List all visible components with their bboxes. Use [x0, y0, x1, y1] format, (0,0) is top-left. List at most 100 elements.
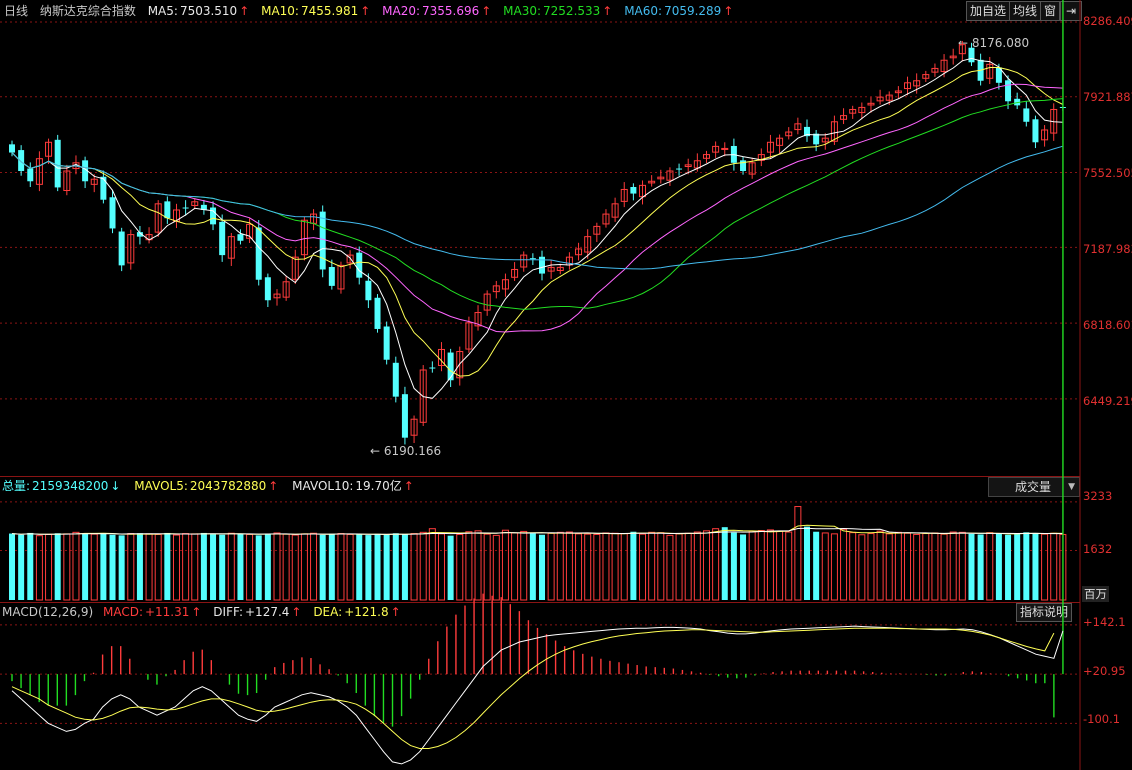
- volume-bar: [1032, 532, 1039, 600]
- candle-body: [118, 231, 125, 266]
- volume-bar: [776, 530, 784, 601]
- volume-bar: [804, 526, 810, 600]
- volume-bar: [639, 533, 647, 601]
- volume-bar: [785, 531, 793, 601]
- candle-body: [18, 150, 25, 172]
- volume-bar: [757, 530, 765, 601]
- volume-bar: [100, 532, 107, 600]
- volume-bar: [904, 532, 912, 601]
- volume-bar: [849, 532, 857, 601]
- volume-bar: [118, 535, 125, 600]
- volume-bar: [529, 533, 536, 600]
- volume-bar: [547, 532, 555, 601]
- volume-bar: [593, 533, 601, 601]
- volume-bar: [565, 531, 573, 601]
- candle-body: [1023, 108, 1030, 122]
- ma5-line: [11, 57, 1063, 399]
- volume-bar: [82, 533, 89, 600]
- volume-bar: [556, 531, 564, 601]
- volume-bar: [374, 533, 381, 600]
- volume-bar: [346, 533, 354, 601]
- volume-bar: [620, 533, 628, 601]
- volume-bar: [501, 529, 509, 601]
- volume-bar: [264, 533, 271, 600]
- volume-bar: [282, 533, 290, 601]
- volume-bar: [72, 531, 80, 601]
- volume-bar: [18, 534, 25, 600]
- volume-bar: [675, 533, 683, 601]
- volume-bar: [949, 531, 957, 601]
- volume-bar: [273, 532, 281, 601]
- volume-bar: [693, 531, 701, 601]
- candle-body: [529, 258, 536, 260]
- candle-body: [968, 47, 975, 63]
- volume-bar: [885, 533, 893, 601]
- volume-bar: [867, 533, 875, 601]
- volume-bar: [584, 533, 592, 601]
- volume-bar: [894, 531, 902, 601]
- volume-bar: [246, 533, 254, 601]
- candle-body: [447, 352, 454, 381]
- candle-body: [9, 144, 15, 153]
- volume-bar: [210, 534, 217, 600]
- volume-bar: [328, 533, 335, 600]
- volume-bar: [419, 531, 427, 601]
- volume-bar: [164, 532, 171, 600]
- volume-bar: [237, 533, 244, 600]
- volume-bar: [456, 533, 464, 601]
- candle-body: [676, 168, 683, 170]
- candle-body: [264, 277, 271, 301]
- volume-bar: [1050, 532, 1058, 601]
- volume-bar: [54, 533, 61, 600]
- volume-bar: [995, 533, 1002, 600]
- candle-body: [630, 187, 637, 194]
- volume-bar: [410, 533, 418, 601]
- volume-bar: [191, 533, 199, 601]
- ma10-line: [11, 67, 1064, 377]
- candle-body: [539, 256, 545, 274]
- volume-bar: [200, 532, 207, 600]
- volume-bar: [401, 534, 408, 600]
- volume-bar: [958, 531, 966, 601]
- volume-bar: [922, 533, 930, 601]
- candle-body: [100, 176, 107, 200]
- volume-bar: [63, 533, 71, 601]
- volume-bar: [9, 533, 15, 600]
- volume-bar: [657, 532, 665, 601]
- volume-bar: [748, 531, 756, 601]
- volume-bar: [721, 527, 728, 600]
- volume-bar: [712, 528, 720, 601]
- candle-body: [356, 252, 363, 278]
- volume-bar: [766, 529, 774, 601]
- volume-bar: [255, 535, 262, 600]
- candle-body: [383, 326, 390, 360]
- volume-bar: [630, 531, 637, 600]
- volume-bar: [291, 534, 299, 601]
- volume-bar: [383, 534, 390, 600]
- volume-bar: [740, 534, 747, 600]
- volume-bar: [227, 532, 235, 601]
- volume-bar: [830, 533, 838, 601]
- volume-bar: [300, 533, 308, 601]
- volume-bar: [1005, 534, 1012, 600]
- candle-body: [182, 207, 189, 209]
- volume-bar: [1041, 533, 1049, 601]
- chart-canvas[interactable]: [0, 0, 1132, 770]
- volume-bar: [465, 531, 473, 601]
- candle-body: [365, 280, 372, 301]
- volume-bar: [794, 506, 802, 601]
- candle-body: [319, 211, 326, 270]
- volume-bar: [876, 530, 884, 601]
- volume-bar: [511, 532, 519, 601]
- volume-bar: [127, 533, 135, 601]
- volume-bar: [730, 532, 737, 600]
- candle-body: [1005, 80, 1012, 102]
- volume-bar: [182, 533, 190, 601]
- volume-bar: [90, 533, 98, 601]
- volume-bar: [27, 532, 34, 600]
- candle-body: [109, 197, 116, 229]
- candle-body: [374, 297, 381, 329]
- volume-bar: [145, 533, 153, 601]
- candle-body: [429, 367, 436, 369]
- volume-bar: [611, 532, 619, 601]
